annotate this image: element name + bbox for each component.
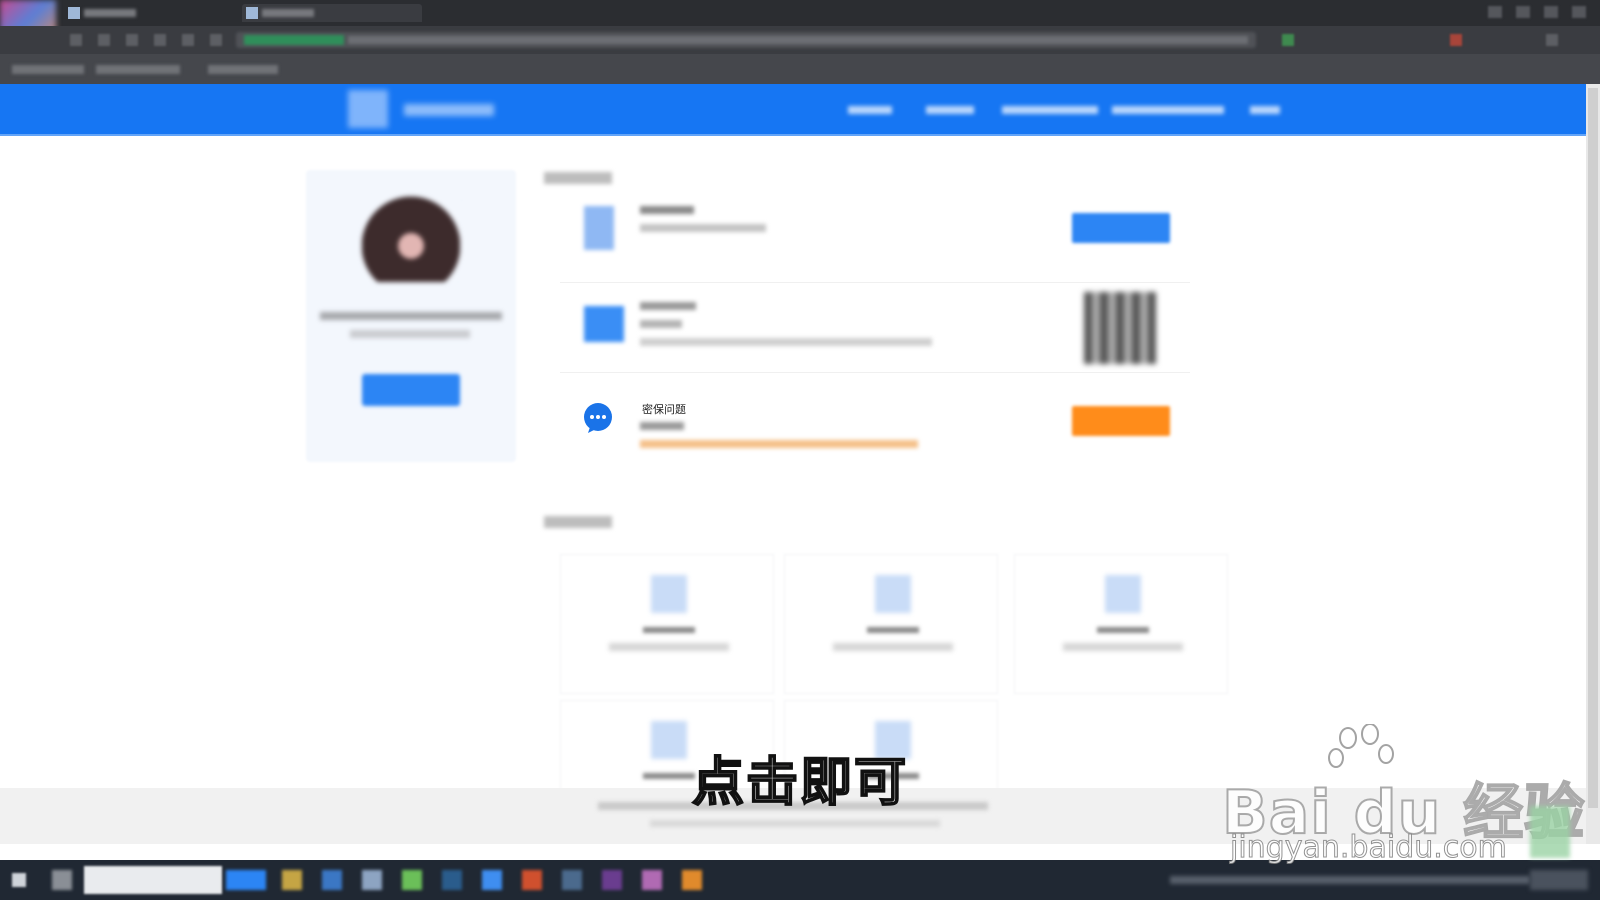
back-icon[interactable] — [70, 34, 82, 46]
watermark-url: jingyan.baidu.com — [1230, 830, 1508, 866]
taskbar-app-icon[interactable] — [362, 870, 382, 890]
bookmark-item[interactable] — [208, 65, 278, 74]
taskbar-app-icon[interactable] — [322, 870, 342, 890]
system-tray[interactable] — [1170, 876, 1530, 884]
taskbar-app-icon[interactable] — [522, 870, 542, 890]
security-question-subtitle — [640, 422, 684, 430]
browser-tab-active[interactable] — [242, 4, 422, 22]
row-divider — [560, 372, 1190, 373]
site-logo-icon — [348, 90, 388, 128]
minimize-icon[interactable] — [1488, 6, 1502, 18]
taskbar-search-input[interactable] — [84, 866, 222, 894]
taskbar-app-icon[interactable] — [682, 870, 702, 890]
menu-icon[interactable] — [1544, 6, 1558, 18]
phone-row-desc — [640, 224, 766, 232]
tool-name — [1097, 627, 1149, 633]
taskbar-app-icon[interactable] — [602, 870, 622, 890]
profile-username — [320, 312, 502, 320]
tab-favicon-icon — [68, 7, 80, 19]
site-logo[interactable] — [348, 90, 498, 128]
chat-icon — [584, 403, 612, 433]
nav-item-2[interactable] — [926, 106, 974, 114]
phone-icon — [584, 206, 614, 250]
taskbar-app-icon[interactable] — [442, 870, 462, 890]
extension-icon[interactable] — [1282, 34, 1294, 46]
tool-icon — [1105, 575, 1141, 613]
tool-desc — [833, 643, 953, 651]
security-question-button[interactable] — [1072, 406, 1170, 436]
shield-icon — [584, 306, 624, 342]
tool-name — [867, 627, 919, 633]
tool-desc — [609, 643, 729, 651]
site-logo-wordmark — [404, 104, 494, 116]
taskbar-app-icon[interactable] — [282, 870, 302, 890]
phone-row-button[interactable] — [1072, 213, 1170, 243]
taskbar-app-icon[interactable] — [226, 870, 266, 890]
profile-action-button[interactable] — [362, 374, 460, 406]
scrollbar-thumb[interactable] — [1588, 88, 1598, 808]
avatar[interactable] — [362, 196, 460, 282]
taskbar-app-icon[interactable] — [642, 870, 662, 890]
tool-icon — [651, 575, 687, 613]
nav-item-3[interactable] — [1002, 106, 1098, 114]
extensions-icon[interactable] — [210, 34, 222, 46]
phone-row-title — [640, 206, 694, 214]
bookmark-item[interactable] — [12, 65, 84, 74]
nav-item-5[interactable] — [1250, 106, 1280, 114]
tab-title — [84, 9, 136, 17]
profile-info — [350, 330, 470, 338]
corner-badge-icon — [1530, 806, 1570, 858]
start-icon[interactable] — [12, 873, 26, 887]
extension-icon[interactable] — [1450, 34, 1462, 46]
nav-item-4[interactable] — [1112, 106, 1224, 114]
home-icon[interactable] — [154, 34, 166, 46]
taskbar-app-icon[interactable] — [562, 870, 582, 890]
forward-icon[interactable] — [98, 34, 110, 46]
tool-card[interactable] — [560, 554, 774, 694]
qr-code — [1084, 292, 1156, 364]
page-scrollbar[interactable] — [1586, 84, 1600, 844]
task-view-icon[interactable] — [52, 870, 72, 890]
refresh-icon[interactable] — [126, 34, 138, 46]
tool-card[interactable] — [784, 554, 998, 694]
nav-item-1[interactable] — [848, 106, 892, 114]
security-question-desc — [640, 440, 918, 448]
taskbar-app-icon[interactable] — [482, 870, 502, 890]
bookmark-item[interactable] — [96, 65, 180, 74]
favorites-icon[interactable] — [182, 34, 194, 46]
address-url — [348, 36, 1248, 44]
profile-card — [306, 170, 516, 462]
app-row-title — [640, 302, 696, 310]
settings-icon[interactable] — [1546, 34, 1558, 46]
browser-tabbar — [0, 0, 1600, 52]
tool-icon — [875, 575, 911, 613]
secure-badge — [244, 35, 344, 45]
security-section-title — [544, 172, 612, 184]
tab-favicon-icon — [246, 7, 258, 19]
tab-title — [262, 9, 314, 17]
security-question-label: 密保问题 — [642, 403, 686, 416]
baidu-jingyan-watermark: Bai du 经验 jingyan.baidu.com — [1221, 724, 1585, 874]
tool-name — [643, 627, 695, 633]
bookmarks-bar — [0, 54, 1600, 84]
tool-desc — [1063, 643, 1183, 651]
tool-card[interactable] — [1014, 554, 1228, 694]
footer-copyright — [650, 820, 940, 827]
app-row-subtitle — [640, 320, 682, 328]
app-row-desc — [640, 338, 932, 346]
browser-toolbar — [0, 26, 1600, 54]
tools-section-title — [544, 516, 612, 528]
row-divider — [560, 282, 1190, 283]
taskbar-app-icon[interactable] — [402, 870, 422, 890]
browser-tab[interactable] — [64, 4, 214, 22]
address-bar[interactable] — [236, 32, 1256, 48]
close-icon[interactable] — [1572, 6, 1586, 18]
site-header — [0, 84, 1586, 136]
maximize-icon[interactable] — [1516, 6, 1530, 18]
